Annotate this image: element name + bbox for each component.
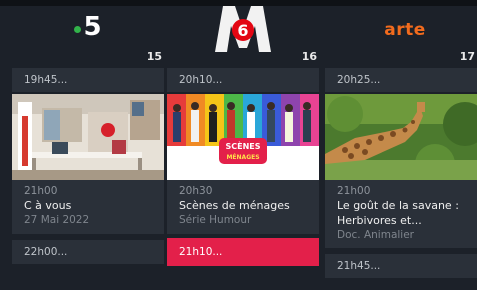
program-time: 21h00 xyxy=(24,185,58,197)
program-time: 20h30 xyxy=(179,185,213,197)
france5-logo: 5 xyxy=(12,12,164,48)
svg-text:6: 6 xyxy=(237,21,248,40)
program-title-line2: Herbivores et... xyxy=(337,214,422,227)
program-info: 21h00 Le goût de la savane : Herbivores … xyxy=(337,184,477,242)
program-thumbnail: SCÈNES MÉNAGES xyxy=(167,94,319,180)
m6-logo: 6 xyxy=(167,4,319,52)
channel-column-france5: 5 15 19h45... 21h00 C à vous 27 Mai 2022… xyxy=(12,0,164,290)
program-slot-next-selected[interactable]: 21h10... xyxy=(167,238,319,266)
channel-number: 15 xyxy=(146,50,162,63)
program-thumbnail xyxy=(12,94,164,180)
program-slot-previous[interactable]: 20h10... xyxy=(167,68,319,92)
program-time: 21h00 xyxy=(337,185,371,197)
program-slot-next[interactable]: 22h00... xyxy=(12,240,164,264)
program-slot-next[interactable]: 21h45... xyxy=(325,254,477,278)
channel-column-m6: 6 16 20h10... SCÈNES MÉNAGES 20h30 Scène… xyxy=(167,0,319,290)
thumb-text-menages: MÉNAGES xyxy=(226,153,259,161)
program-subtitle: Série Humour xyxy=(179,214,252,226)
program-card[interactable]: 21h00 C à vous 27 Mai 2022 xyxy=(12,94,164,234)
arte-logo: arte xyxy=(384,20,426,40)
program-subtitle: 27 Mai 2022 xyxy=(24,214,90,226)
program-title: Scènes de ménages xyxy=(179,199,290,212)
program-slot-previous[interactable]: 20h25... xyxy=(325,68,477,92)
program-subtitle: Doc. Animalier xyxy=(337,229,414,241)
program-card[interactable]: SCÈNES MÉNAGES 20h30 Scènes de ménages S… xyxy=(167,94,319,234)
program-thumbnail xyxy=(325,94,477,180)
program-info: 20h30 Scènes de ménages Série Humour xyxy=(179,184,315,227)
program-card[interactable]: 21h00 Le goût de la savane : Herbivores … xyxy=(325,94,477,248)
program-title: C à vous xyxy=(24,199,72,212)
program-info: 21h00 C à vous 27 Mai 2022 xyxy=(24,184,160,227)
channel-column-arte: arte 17 20h25... 21h00 Le goût de la sav… xyxy=(325,0,477,290)
channel-number: 16 xyxy=(301,50,317,63)
program-slot-previous[interactable]: 19h45... xyxy=(12,68,164,92)
program-title-line1: Le goût de la savane : xyxy=(337,199,459,212)
france5-dot-icon xyxy=(74,26,82,33)
channel-number: 17 xyxy=(459,50,475,63)
thumb-text-scenes: SCÈNES xyxy=(225,140,260,151)
